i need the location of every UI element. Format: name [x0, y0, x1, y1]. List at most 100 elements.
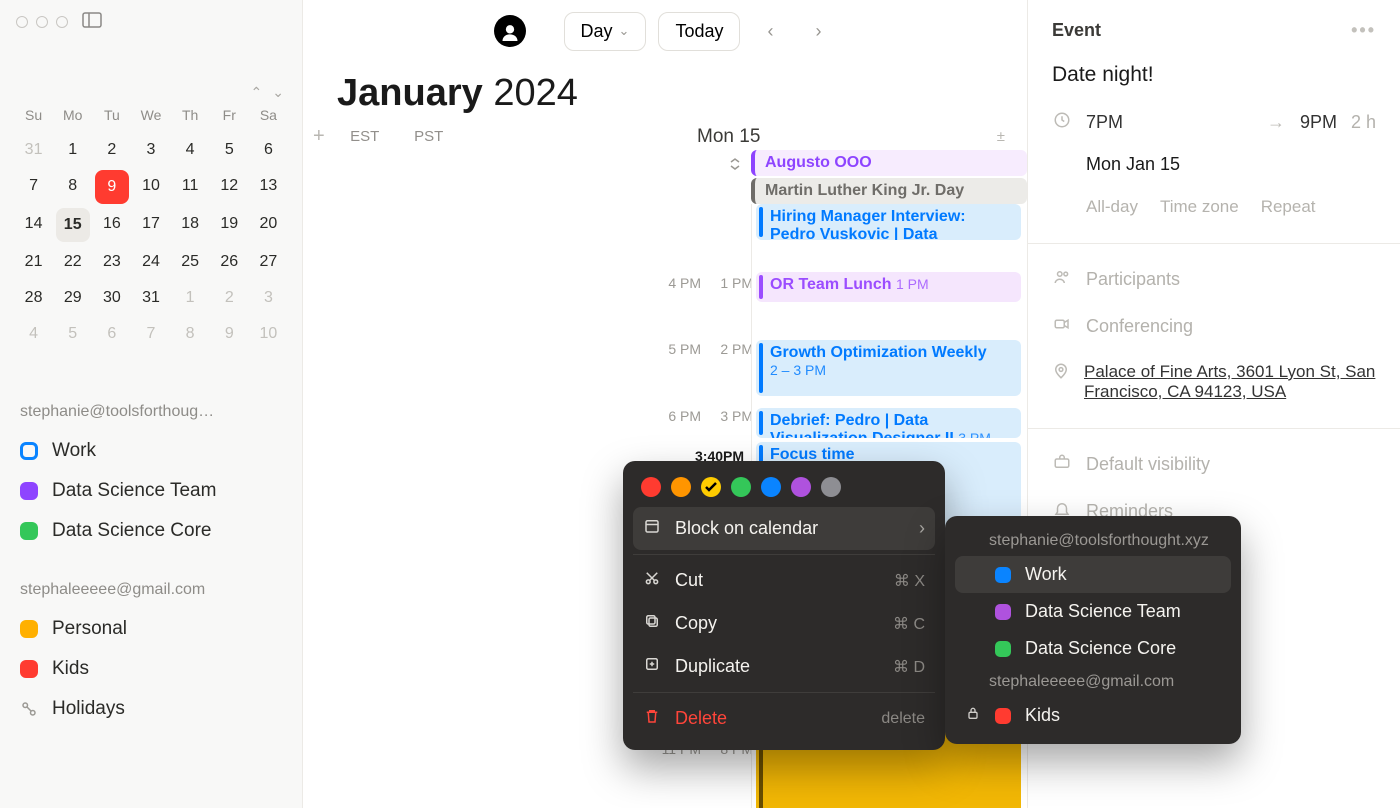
minical-day[interactable]: 29: [53, 289, 92, 307]
minical-day[interactable]: 8: [53, 177, 92, 197]
minical-day[interactable]: 14: [14, 215, 53, 235]
close-window-dot[interactable]: [16, 16, 28, 28]
minical-day[interactable]: 31: [14, 141, 53, 159]
minical-day[interactable]: 7: [14, 177, 53, 197]
minical-day[interactable]: 22: [53, 253, 92, 271]
allday-expand-icon[interactable]: [727, 156, 743, 177]
minical-day[interactable]: 7: [131, 325, 170, 343]
minical-day[interactable]: 10: [249, 325, 288, 343]
submenu-calendar-item[interactable]: Data Science Core: [955, 630, 1231, 667]
minical-day[interactable]: 6: [92, 325, 131, 343]
minical-day[interactable]: 4: [171, 141, 210, 159]
location-row[interactable]: Palace of Fine Arts, 3601 Lyon St, San F…: [1052, 362, 1376, 402]
time-option[interactable]: Repeat: [1261, 197, 1316, 217]
calendar-event[interactable]: Growth Optimization Weekly2 – 3 PM: [756, 340, 1021, 396]
minical-day[interactable]: 15: [56, 208, 90, 242]
minical-day[interactable]: 11: [171, 177, 210, 197]
visibility-row[interactable]: Default visibility: [1052, 453, 1376, 476]
color-swatch[interactable]: [791, 477, 811, 497]
minical-day[interactable]: 20: [249, 215, 288, 235]
time-option[interactable]: Time zone: [1160, 197, 1239, 217]
today-button[interactable]: Today: [658, 12, 740, 51]
participants-row[interactable]: Participants: [1052, 268, 1376, 291]
minical-day[interactable]: 9: [95, 170, 129, 204]
calendar-event[interactable]: Hiring Manager Interview: Pedro Vuskovic…: [756, 204, 1021, 240]
ctx-delete[interactable]: Delete delete: [633, 697, 935, 740]
avatar[interactable]: [494, 15, 526, 47]
minical-day[interactable]: 18: [171, 215, 210, 235]
minimize-window-dot[interactable]: [36, 16, 48, 28]
minical-day[interactable]: 23: [92, 253, 131, 271]
allday-event[interactable]: Augusto OOO: [751, 150, 1027, 176]
collapse-allday-icon[interactable]: ±: [997, 128, 1005, 145]
minical-prev-icon[interactable]: ⌃: [251, 84, 263, 101]
minical-day[interactable]: 28: [14, 289, 53, 307]
account-email[interactable]: stephanie@toolsforthoug…: [20, 403, 282, 421]
minical-day[interactable]: 24: [131, 253, 170, 271]
minical-day[interactable]: 2: [210, 289, 249, 307]
submenu-calendar-item[interactable]: Data Science Team: [955, 593, 1231, 630]
color-swatch[interactable]: [761, 477, 781, 497]
minical-day[interactable]: 3: [249, 289, 288, 307]
minical-day[interactable]: 19: [210, 215, 249, 235]
next-day-button[interactable]: ›: [800, 13, 836, 49]
view-mode-picker[interactable]: Day ⌄: [564, 12, 647, 51]
minical-day[interactable]: 26: [210, 253, 249, 271]
minical-day[interactable]: 10: [131, 177, 170, 197]
minical-day[interactable]: 25: [171, 253, 210, 271]
event-date[interactable]: Mon Jan 15: [1086, 154, 1376, 175]
minical-day[interactable]: 4: [14, 325, 53, 343]
calendar-color-swatch: [20, 660, 38, 678]
minical-day[interactable]: 3: [131, 141, 170, 159]
ctx-duplicate[interactable]: Duplicate ⌘ D: [633, 645, 935, 688]
time-row[interactable]: 7PM → 9PM 2 h: [1052, 111, 1376, 134]
account-email[interactable]: stephaleeeee@gmail.com: [20, 581, 282, 599]
color-swatch[interactable]: [821, 477, 841, 497]
minical-day[interactable]: 16: [92, 215, 131, 235]
minical-day[interactable]: 31: [131, 289, 170, 307]
minical-day[interactable]: 2: [92, 141, 131, 159]
submenu-calendar-item[interactable]: Kids: [955, 697, 1231, 734]
add-tz-button[interactable]: +: [313, 125, 325, 148]
minical-next-icon[interactable]: ⌄: [272, 84, 284, 101]
prev-day-button[interactable]: ‹: [752, 13, 788, 49]
event-title[interactable]: Date night!: [1052, 63, 1376, 87]
minical-day[interactable]: 1: [53, 141, 92, 159]
more-icon[interactable]: •••: [1351, 20, 1376, 41]
calendar-item[interactable]: Data Science Core: [20, 511, 282, 551]
calendar-event[interactable]: Debrief: Pedro | Data Visualization Desi…: [756, 408, 1021, 438]
minical-day[interactable]: 9: [210, 325, 249, 343]
submenu-calendar-item[interactable]: Work: [955, 556, 1231, 593]
minical-day[interactable]: 12: [210, 177, 249, 197]
minical-day[interactable]: 27: [249, 253, 288, 271]
calendar-color-swatch: [995, 708, 1011, 724]
calendar-event[interactable]: OR Team Lunch 1 PM: [756, 272, 1021, 302]
sidebar-toggle-icon[interactable]: [82, 12, 102, 33]
minical-day[interactable]: 1: [171, 289, 210, 307]
minical-day[interactable]: 21: [14, 253, 53, 271]
color-swatch[interactable]: [701, 477, 721, 497]
zoom-window-dot[interactable]: [56, 16, 68, 28]
calendar-item[interactable]: Kids: [20, 649, 282, 689]
ctx-block-on-calendar[interactable]: Block on calendar ›: [633, 507, 935, 550]
minical-day[interactable]: 5: [53, 325, 92, 343]
ctx-copy[interactable]: Copy ⌘ C: [633, 602, 935, 645]
minical-day[interactable]: 17: [131, 215, 170, 235]
calendar-item[interactable]: Data Science Team: [20, 471, 282, 511]
minical-day[interactable]: 5: [210, 141, 249, 159]
minical-day[interactable]: 13: [249, 177, 288, 197]
minical-day[interactable]: 30: [92, 289, 131, 307]
color-swatch[interactable]: [731, 477, 751, 497]
calendar-item[interactable]: Work: [20, 431, 282, 471]
minical-day[interactable]: 6: [249, 141, 288, 159]
calendar-color-swatch: [20, 482, 38, 500]
color-swatch[interactable]: [641, 477, 661, 497]
color-swatch[interactable]: [671, 477, 691, 497]
calendar-item[interactable]: Personal: [20, 609, 282, 649]
ctx-cut[interactable]: Cut ⌘ X: [633, 559, 935, 602]
minical-day[interactable]: 8: [171, 325, 210, 343]
allday-event[interactable]: Martin Luther King Jr. Day: [751, 178, 1027, 204]
calendar-item[interactable]: Holidays: [20, 689, 282, 729]
conferencing-row[interactable]: Conferencing: [1052, 315, 1376, 338]
time-option[interactable]: All-day: [1086, 197, 1138, 217]
